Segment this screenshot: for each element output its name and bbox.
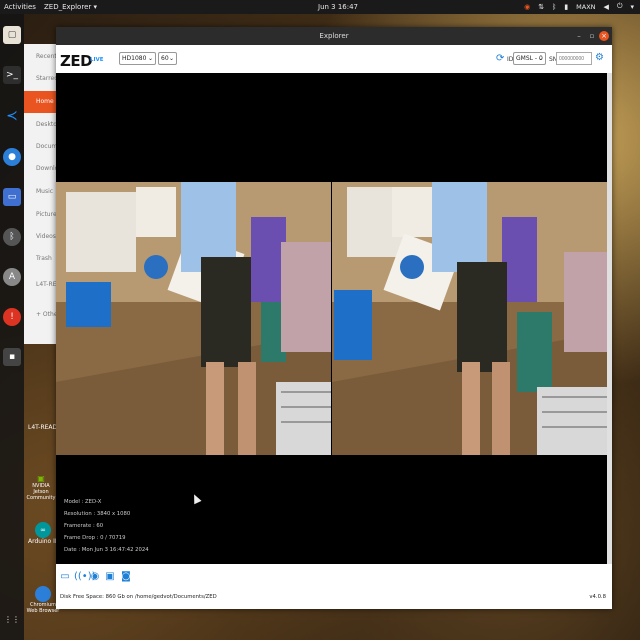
sidebar-item-pictures[interactable]: Pictures bbox=[24, 204, 56, 226]
vscode-icon[interactable]: ≺ bbox=[3, 107, 21, 125]
power-icon: ⏻ bbox=[616, 2, 623, 10]
sidebar-item-other-locations[interactable]: + Other Locations bbox=[24, 304, 56, 326]
zed-logo: ZED bbox=[60, 52, 93, 70]
nvidia-logo-icon: ▣ bbox=[37, 474, 45, 483]
sidebar-item-home[interactable]: Home bbox=[24, 91, 56, 113]
desktop-icon-jetson[interactable]: ▣ NVIDIA Jetson Community bbox=[26, 474, 56, 501]
sidebar-item-trash[interactable]: Trash bbox=[24, 248, 56, 270]
chevron-down-icon: ⌄ bbox=[537, 55, 543, 62]
dock: ▢ >_ ≺ ● ▭ ᛒ A ! ▪ ⋮⋮ bbox=[0, 14, 24, 640]
desktop-icon-readme[interactable]: L4T-README bbox=[28, 424, 67, 431]
app-menu[interactable]: ZED_Explorer ▾ bbox=[44, 3, 97, 11]
show-apps-icon[interactable]: ⋮⋮ bbox=[3, 610, 21, 628]
power-mode-label: MAXN bbox=[576, 2, 596, 11]
chevron-down-icon: ⌄ bbox=[168, 55, 174, 62]
desktop-icon-chromium[interactable]: Chromium Web Browser bbox=[26, 586, 60, 614]
sidebar-item-videos[interactable]: Videos bbox=[24, 226, 56, 248]
fps-value: 60 bbox=[161, 55, 169, 62]
sidebar-item-starred[interactable]: Starred bbox=[24, 68, 56, 90]
resolution-select[interactable]: HD1080 ⌄ bbox=[119, 52, 156, 65]
terminal-icon[interactable]: >_ bbox=[3, 66, 21, 84]
snapshot-icon[interactable]: ◙ bbox=[120, 571, 132, 583]
clock[interactable]: Jun 3 16:47 bbox=[318, 3, 358, 11]
folder-icon[interactable]: ▭ bbox=[59, 571, 71, 583]
record-icon[interactable]: ◉ bbox=[89, 571, 101, 583]
power-mode-icon: ▮ bbox=[564, 2, 569, 11]
close-button[interactable]: × bbox=[599, 31, 609, 41]
camera-id-select[interactable]: GMSL - 0 ⌄ bbox=[513, 52, 546, 65]
network-icon: ⇅ bbox=[538, 2, 545, 11]
volume-icon: ◀ bbox=[603, 2, 609, 11]
sidebar-item-readme[interactable]: L4T-README bbox=[24, 274, 56, 296]
maximize-button[interactable]: ▫ bbox=[587, 31, 597, 41]
refresh-icon[interactable]: ⟳ bbox=[496, 53, 504, 64]
left-frame-image bbox=[56, 182, 331, 455]
software-icon[interactable]: A bbox=[3, 268, 21, 286]
desktop-icon-arduino[interactable]: ∞ Arduino IDE bbox=[28, 522, 64, 545]
info-resolution: Resolution : 3840 x 1080 bbox=[64, 511, 131, 517]
minimize-button[interactable]: – bbox=[574, 31, 584, 41]
desktop-icon-label: L4T-README bbox=[28, 424, 67, 431]
live-badge: LIVE bbox=[90, 57, 104, 63]
system-top-bar: Activities ZED_Explorer ▾ Jun 3 16:47 ◉ … bbox=[0, 0, 640, 14]
window-titlebar[interactable]: Explorer – ▫ × bbox=[56, 27, 612, 45]
explorer-bottom-bar: ▭ ((•)) ◉ ▣ ◙ Disk Free Space: 860 Gb on… bbox=[56, 564, 612, 609]
viewer-scrollbar[interactable] bbox=[607, 73, 612, 564]
window-title: Explorer bbox=[319, 32, 349, 40]
files-icon[interactable]: ▢ bbox=[3, 26, 21, 44]
info-model: Model : ZED-X bbox=[64, 499, 102, 505]
stream-icon[interactable]: ((•)) bbox=[74, 571, 96, 583]
serial-number-input[interactable] bbox=[556, 52, 592, 65]
fps-select[interactable]: 60 ⌄ bbox=[158, 52, 177, 65]
sidebar-item-downloads[interactable]: Downloads bbox=[24, 158, 56, 180]
file-manager-sidebar: Recent Starred Home Desktop Documents Do… bbox=[24, 44, 56, 344]
bluetooth-app-icon[interactable]: ᛒ bbox=[3, 228, 21, 246]
bluetooth-icon: ᛒ bbox=[552, 2, 557, 11]
chevron-down-icon: ⌄ bbox=[147, 55, 153, 62]
status-area[interactable]: ◉ ⇅ ᛒ ▮ MAXN ◀ ⏻ ▾ bbox=[524, 2, 634, 11]
camera-viewer[interactable]: Model : ZED-X Resolution : 3840 x 1080 F… bbox=[56, 73, 607, 564]
svo-icon[interactable]: ▣ bbox=[104, 571, 116, 583]
resolution-value: HD1080 bbox=[122, 55, 147, 62]
info-framerate: Framerate : 60 bbox=[64, 523, 104, 529]
chromium-icon[interactable]: ● bbox=[3, 148, 21, 166]
chevron-down-icon: ▾ bbox=[630, 2, 634, 11]
desktop-icon-label: Chromium Web Browser bbox=[26, 602, 60, 614]
explorer-app-icon[interactable]: ▪ bbox=[3, 348, 21, 366]
settings-gear-icon[interactable]: ⚙ bbox=[595, 52, 604, 63]
desktop-icon-label: Arduino IDE bbox=[28, 538, 64, 545]
right-camera-frame bbox=[332, 182, 607, 455]
activities-button[interactable]: Activities bbox=[4, 3, 36, 11]
chromium-icon bbox=[35, 586, 51, 602]
version-label: v4.0.8 bbox=[589, 594, 606, 600]
info-frame-drop: Frame Drop : 0 / 70719 bbox=[64, 535, 126, 541]
sidebar-item-music[interactable]: Music bbox=[24, 181, 56, 203]
left-camera-frame bbox=[56, 182, 331, 455]
sidebar-item-recent[interactable]: Recent bbox=[24, 46, 56, 68]
sidebar-item-documents[interactable]: Documents bbox=[24, 136, 56, 158]
right-frame-image bbox=[332, 182, 607, 455]
desktop-icon-label: NVIDIA Jetson Community bbox=[26, 483, 56, 501]
nvidia-icon: ◉ bbox=[524, 2, 531, 11]
help-icon[interactable]: ! bbox=[3, 308, 21, 326]
sidebar-item-desktop[interactable]: Desktop bbox=[24, 114, 56, 136]
disk-free-space: Disk Free Space: 860 Gb on /home/gedvot/… bbox=[60, 594, 217, 600]
arduino-icon: ∞ bbox=[35, 522, 51, 538]
info-date: Date : Mon Jun 3 16:47:42 2024 bbox=[64, 547, 149, 553]
explorer-toolbar: ZED LIVE HD1080 ⌄ 60 ⌄ ⟳ ID GMSL - 0 ⌄ S… bbox=[56, 45, 612, 73]
explorer-window: Explorer – ▫ × ZED LIVE HD1080 ⌄ 60 ⌄ ⟳ … bbox=[56, 27, 612, 609]
screenshot-icon[interactable]: ▭ bbox=[3, 188, 21, 206]
